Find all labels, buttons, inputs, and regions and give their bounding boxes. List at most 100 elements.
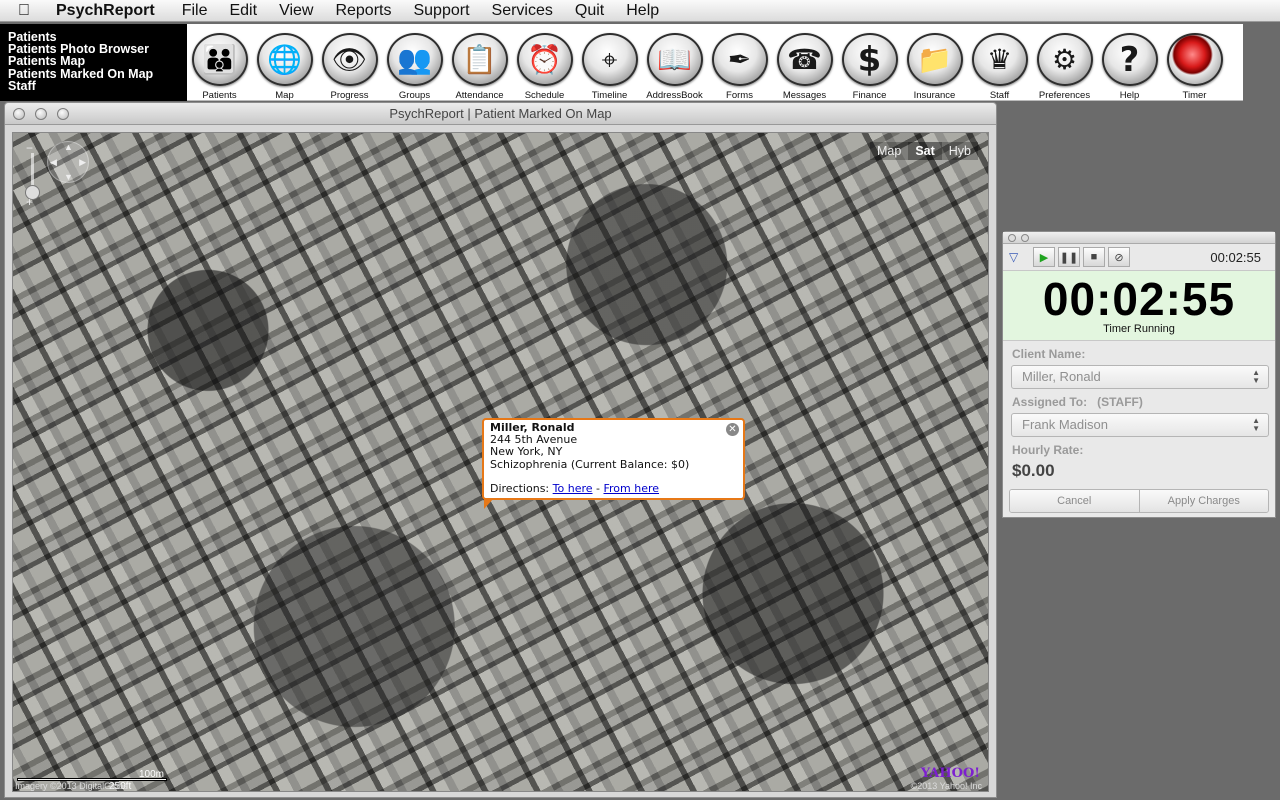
pan-up-icon[interactable]: ▲ xyxy=(64,142,73,152)
timer-minimize-button[interactable] xyxy=(1021,234,1029,242)
map-button-label: Map xyxy=(275,90,294,101)
popup-address-line2: New York, NY xyxy=(490,445,563,459)
preferences-button-label: Preferences xyxy=(1038,90,1091,101)
menu-quit[interactable]: Quit xyxy=(564,0,615,22)
progress-button[interactable]: 👁 Progress xyxy=(317,24,382,101)
play-icon: ▶ xyxy=(1039,251,1049,264)
pen-icon: ✒ xyxy=(711,33,768,86)
zoom-window-button[interactable] xyxy=(57,108,69,120)
imagery-attribution: Imagery ©2013 DigitalGlobe xyxy=(15,781,129,791)
pan-right-icon[interactable]: ▶ xyxy=(79,157,86,168)
preferences-button[interactable]: ⚙ Preferences xyxy=(1032,24,1097,101)
map-type-hyb[interactable]: Hyb xyxy=(941,142,978,160)
stop-button[interactable]: ■ xyxy=(1083,247,1105,267)
pan-control[interactable]: ▲ ◀ ▶ ▼ xyxy=(47,141,89,183)
popup-directions: Directions: To here - From here xyxy=(490,481,737,495)
nav-staff[interactable]: Staff xyxy=(8,79,179,92)
timer-big-readout: 00:02:55 xyxy=(1042,273,1236,325)
directions-label: Directions: xyxy=(490,481,550,495)
nav-patients-map[interactable]: Patients Map xyxy=(8,55,179,68)
groups-button-label: Groups xyxy=(398,90,431,101)
nav-patients-marked-on-map[interactable]: Patients Marked On Map xyxy=(8,67,179,80)
gears-icon: ⚙ xyxy=(1036,33,1093,86)
window-title: PsychReport | Patient Marked On Map xyxy=(389,106,612,121)
patient-info-popup: Miller, Ronald 244 5th Avenue New York, … xyxy=(482,418,745,509)
client-name-value: Miller, Ronald xyxy=(1022,369,1101,384)
select-arrows-icon: ▲ ▼ xyxy=(1252,368,1260,385)
timer-panel: ▽ ▶ ❚❚ ■ ⊘ 00:02:55 00:02:55 Timer Runni… xyxy=(1002,231,1276,518)
map-window-titlebar[interactable]: PsychReport | Patient Marked On Map xyxy=(5,103,996,125)
zoom-slider[interactable]: − + xyxy=(23,141,41,209)
menu-help[interactable]: Help xyxy=(615,0,670,22)
timer-controls: ▽ ▶ ❚❚ ■ ⊘ 00:02:55 xyxy=(1003,244,1275,270)
apple-menu-icon[interactable]:  xyxy=(0,2,48,20)
directions-from-here-link[interactable]: From here xyxy=(604,482,660,495)
timer-titlebar[interactable] xyxy=(1003,232,1275,244)
minimize-window-button[interactable] xyxy=(35,108,47,120)
timer-close-button[interactable] xyxy=(1008,234,1016,242)
globe-icon: 🌐 xyxy=(256,33,313,86)
directions-to-here-link[interactable]: To here xyxy=(553,482,593,495)
crown-icon: ♛ xyxy=(971,33,1028,86)
app-menu[interactable]: PsychReport xyxy=(48,0,171,22)
reset-button[interactable]: ⊘ xyxy=(1108,247,1130,267)
popup-diagnosis: Schizophrenia (Current Balance: $0) xyxy=(490,457,690,471)
assigned-to-label: Assigned To: (STAFF) xyxy=(1012,395,1143,409)
map-type-map[interactable]: Map xyxy=(869,142,909,160)
pause-icon: ❚❚ xyxy=(1059,251,1079,264)
play-button[interactable]: ▶ xyxy=(1033,247,1055,267)
pause-button[interactable]: ❚❚ xyxy=(1058,247,1080,267)
timer-action-buttons: Cancel Apply Charges xyxy=(1009,489,1269,513)
disclosure-triangle-icon[interactable]: ▽ xyxy=(1009,250,1025,264)
schedule-button[interactable]: ⏰ Schedule xyxy=(512,24,577,101)
menu-support[interactable]: Support xyxy=(402,0,480,22)
help-button[interactable]: ? Help xyxy=(1097,24,1162,101)
groups-button[interactable]: 👥 Groups xyxy=(382,24,447,101)
yahoo-logo[interactable]: YAHOO! xyxy=(921,766,980,781)
popup-pointer xyxy=(484,498,494,509)
patients-button[interactable]: 👪 Patients xyxy=(187,24,252,101)
menu-reports[interactable]: Reports xyxy=(324,0,402,22)
main-toolbar: 👪 Patients 🌐 Map 👁 Progress 👥 Groups 📋 A… xyxy=(187,24,1243,101)
finance-button[interactable]: $ Finance xyxy=(837,24,902,101)
eye-icon: 👁 xyxy=(321,33,378,86)
progress-button-label: Progress xyxy=(330,90,369,101)
timeline-button[interactable]: ⌖ Timeline xyxy=(577,24,642,101)
menu-services[interactable]: Services xyxy=(481,0,564,22)
map-button[interactable]: 🌐 Map xyxy=(252,24,317,101)
close-window-button[interactable] xyxy=(13,108,25,120)
client-name-label: Client Name: xyxy=(1012,347,1086,361)
insurance-button[interactable]: 📁 Insurance xyxy=(902,24,967,101)
staff-button[interactable]: ♛ Staff xyxy=(967,24,1032,101)
clock-icon: ⏰ xyxy=(516,33,573,86)
help-button-label: Help xyxy=(1119,90,1140,101)
cancel-button[interactable]: Cancel xyxy=(1010,490,1139,512)
satellite-map[interactable]: − + ▲ ◀ ▶ ▼ Map Sat Hyb Miller, Ronald 2… xyxy=(12,132,989,792)
stop-icon: ■ xyxy=(1090,251,1098,263)
addressbook-button[interactable]: 📖 AddressBook xyxy=(642,24,707,101)
menu-file[interactable]: File xyxy=(171,0,219,22)
timer-small-readout: 00:02:55 xyxy=(1210,250,1261,265)
menu-view[interactable]: View xyxy=(268,0,324,22)
zoom-in-icon[interactable]: + xyxy=(26,195,33,209)
timer-button-label: Timer xyxy=(1182,90,1207,101)
timer-button[interactable]: Timer xyxy=(1162,24,1227,101)
timer-display: 00:02:55 Timer Running xyxy=(1003,270,1275,341)
forms-button[interactable]: ✒ Forms xyxy=(707,24,772,101)
pan-down-icon[interactable]: ▼ xyxy=(64,172,73,182)
popup-close-icon[interactable]: ✕ xyxy=(726,423,739,436)
cancel-circle-icon: ⊘ xyxy=(1114,251,1124,264)
attendance-button[interactable]: 📋 Attendance xyxy=(447,24,512,101)
crosshair-icon: ⌖ xyxy=(581,33,638,86)
assigned-to-select[interactable]: Frank Madison ▲ ▼ xyxy=(1011,413,1269,437)
map-window: PsychReport | Patient Marked On Map − + … xyxy=(4,102,997,798)
scale-meters: 100m xyxy=(139,769,165,780)
client-name-select[interactable]: Miller, Ronald ▲ ▼ xyxy=(1011,365,1269,389)
assigned-to-value: Frank Madison xyxy=(1022,417,1108,432)
staff-button-label: Staff xyxy=(989,90,1010,101)
menu-edit[interactable]: Edit xyxy=(218,0,268,22)
apply-charges-button[interactable]: Apply Charges xyxy=(1138,490,1268,512)
messages-button[interactable]: ☎ Messages xyxy=(772,24,837,101)
pan-left-icon[interactable]: ◀ xyxy=(50,157,57,168)
map-type-sat[interactable]: Sat xyxy=(908,142,942,160)
